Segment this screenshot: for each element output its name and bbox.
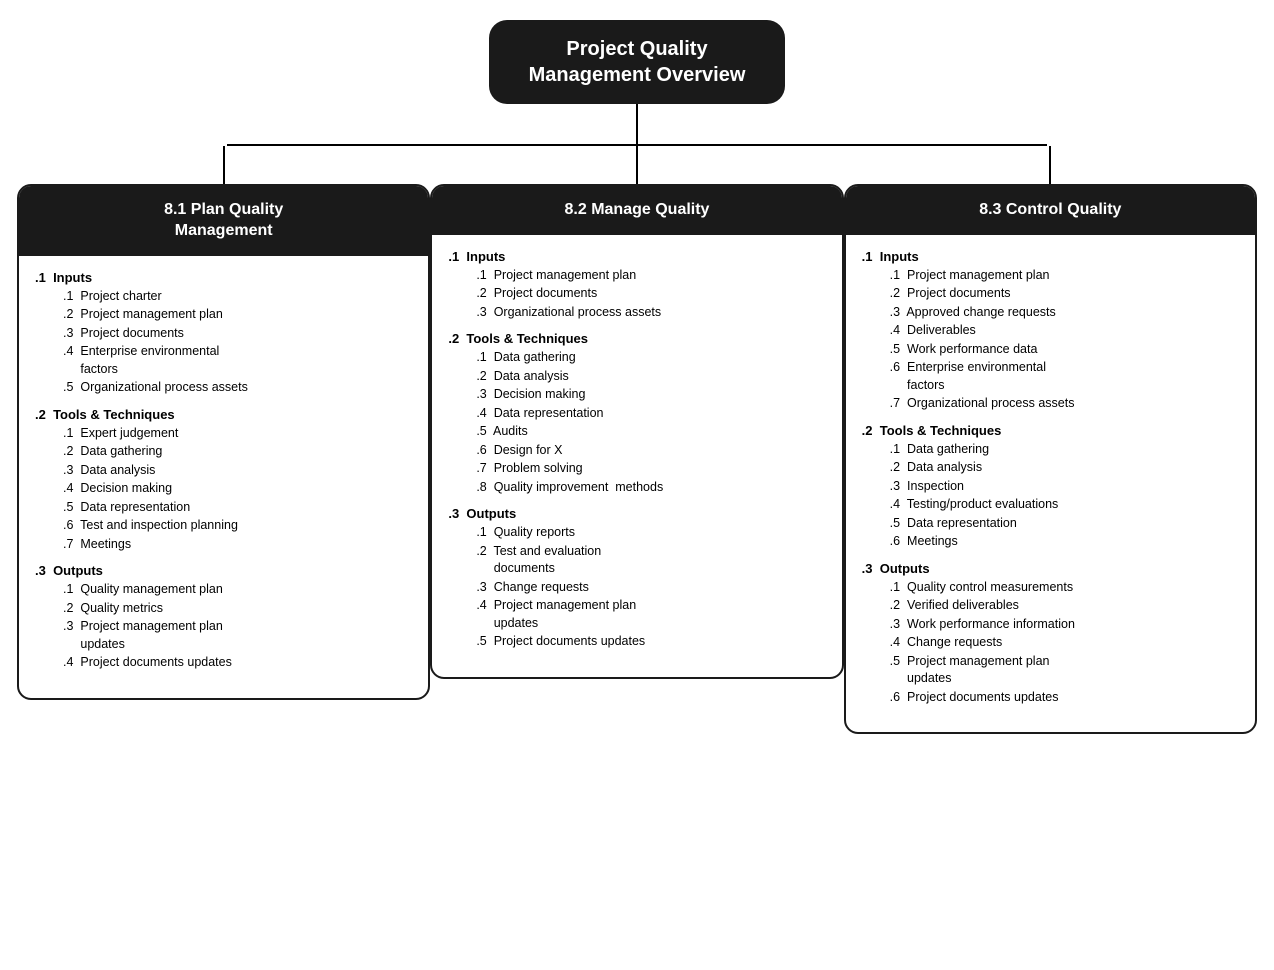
control-input-2: .2 Project documents xyxy=(890,285,1239,303)
manage-inputs-title: .1 Inputs xyxy=(448,249,825,264)
control-output-3: .3 Work performance information xyxy=(890,616,1239,634)
col-control: 8.3 Control Quality .1 Inputs .1 Project… xyxy=(844,146,1257,734)
control-output-2: .2 Verified deliverables xyxy=(890,597,1239,615)
card-manage-body: .1 Inputs .1 Project management plan .2 … xyxy=(432,235,841,677)
manage-output-1: .1 Quality reports xyxy=(476,524,825,542)
main-title: Project Quality Management Overview xyxy=(489,20,786,104)
control-tt-section: .2 Tools & Techniques .1 Data gathering … xyxy=(862,423,1239,551)
manage-tt-7: .7 Problem solving xyxy=(476,460,825,478)
col-manage-line xyxy=(636,146,638,184)
manage-output-2: .2 Test and evaluation documents xyxy=(476,543,825,578)
control-inputs-title: .1 Inputs xyxy=(862,249,1239,264)
col-control-line xyxy=(1049,146,1051,184)
plan-output-3: .3 Project management plan updates xyxy=(63,618,412,653)
manage-tt-5: .5 Audits xyxy=(476,423,825,441)
control-input-1: .1 Project management plan xyxy=(890,267,1239,285)
control-tt-2: .2 Data analysis xyxy=(890,459,1239,477)
control-input-4: .4 Deliverables xyxy=(890,322,1239,340)
plan-input-4: .4 Enterprise environmental factors xyxy=(63,343,412,378)
plan-input-5: .5 Organizational process assets xyxy=(63,379,412,397)
plan-tt-section: .2 Tools & Techniques .1 Expert judgemen… xyxy=(35,407,412,554)
control-tt-1: .1 Data gathering xyxy=(890,441,1239,459)
diagram-container: Project Quality Management Overview 8.1 … xyxy=(10,20,1264,734)
manage-tt-1: .1 Data gathering xyxy=(476,349,825,367)
control-outputs-title: .3 Outputs xyxy=(862,561,1239,576)
card-plan: 8.1 Plan QualityManagement .1 Inputs .1 … xyxy=(17,184,430,700)
title-line2: Management Overview xyxy=(529,64,746,86)
plan-output-4: .4 Project documents updates xyxy=(63,654,412,672)
manage-input-3: .3 Organizational process assets xyxy=(476,304,825,322)
manage-outputs-section: .3 Outputs .1 Quality reports .2 Test an… xyxy=(448,506,825,651)
control-tt-6: .6 Meetings xyxy=(890,533,1239,551)
control-outputs-section: .3 Outputs .1 Quality control measuremen… xyxy=(862,561,1239,707)
plan-tt-4: .4 Decision making xyxy=(63,480,412,498)
plan-tt-6: .6 Test and inspection planning xyxy=(63,517,412,535)
control-inputs-section: .1 Inputs .1 Project management plan .2 … xyxy=(862,249,1239,413)
card-control: 8.3 Control Quality .1 Inputs .1 Project… xyxy=(844,184,1257,734)
card-plan-body: .1 Inputs .1 Project charter .2 Project … xyxy=(19,256,428,698)
plan-tt-1: .1 Expert judgement xyxy=(63,425,412,443)
control-output-5: .5 Project management plan updates xyxy=(890,653,1239,688)
plan-tt-7: .7 Meetings xyxy=(63,536,412,554)
manage-input-2: .2 Project documents xyxy=(476,285,825,303)
plan-tt-5: .5 Data representation xyxy=(63,499,412,517)
plan-output-1: .1 Quality management plan xyxy=(63,581,412,599)
manage-tt-section: .2 Tools & Techniques .1 Data gathering … xyxy=(448,331,825,496)
manage-output-5: .5 Project documents updates xyxy=(476,633,825,651)
card-control-header: 8.3 Control Quality xyxy=(846,186,1255,235)
columns-wrapper: 8.1 Plan QualityManagement .1 Inputs .1 … xyxy=(17,146,1257,734)
control-output-4: .4 Change requests xyxy=(890,634,1239,652)
plan-tt-3: .3 Data analysis xyxy=(63,462,412,480)
plan-outputs-section: .3 Outputs .1 Quality management plan .2… xyxy=(35,563,412,672)
manage-tt-3: .3 Decision making xyxy=(476,386,825,404)
col-plan: 8.1 Plan QualityManagement .1 Inputs .1 … xyxy=(17,146,430,700)
manage-inputs-section: .1 Inputs .1 Project management plan .2 … xyxy=(448,249,825,322)
manage-tt-8: .8 Quality improvement methods xyxy=(476,479,825,497)
control-input-7: .7 Organizational process assets xyxy=(890,395,1239,413)
manage-tt-4: .4 Data representation xyxy=(476,405,825,423)
col-plan-line xyxy=(223,146,225,184)
manage-output-3: .3 Change requests xyxy=(476,579,825,597)
control-tt-3: .3 Inspection xyxy=(890,478,1239,496)
card-manage: 8.2 Manage Quality .1 Inputs .1 Project … xyxy=(430,184,843,679)
manage-tt-title: .2 Tools & Techniques xyxy=(448,331,825,346)
plan-input-3: .3 Project documents xyxy=(63,325,412,343)
card-control-body: .1 Inputs .1 Project management plan .2 … xyxy=(846,235,1255,733)
manage-outputs-title: .3 Outputs xyxy=(448,506,825,521)
plan-outputs-title: .3 Outputs xyxy=(35,563,412,578)
control-tt-5: .5 Data representation xyxy=(890,515,1239,533)
card-manage-header: 8.2 Manage Quality xyxy=(432,186,841,235)
control-input-5: .5 Work performance data xyxy=(890,341,1239,359)
plan-inputs-section: .1 Inputs .1 Project charter .2 Project … xyxy=(35,270,412,397)
control-tt-title: .2 Tools & Techniques xyxy=(862,423,1239,438)
control-input-3: .3 Approved change requests xyxy=(890,304,1239,322)
title-line1: Project Quality xyxy=(566,38,707,60)
title-connector xyxy=(636,104,638,144)
plan-inputs-title: .1 Inputs xyxy=(35,270,412,285)
manage-output-4: .4 Project management plan updates xyxy=(476,597,825,632)
control-output-6: .6 Project documents updates xyxy=(890,689,1239,707)
card-plan-header: 8.1 Plan QualityManagement xyxy=(19,186,428,256)
col-manage: 8.2 Manage Quality .1 Inputs .1 Project … xyxy=(430,146,843,679)
control-input-6: .6 Enterprise environmental factors xyxy=(890,359,1239,394)
manage-tt-6: .6 Design for X xyxy=(476,442,825,460)
plan-tt-2: .2 Data gathering xyxy=(63,443,412,461)
manage-tt-2: .2 Data analysis xyxy=(476,368,825,386)
manage-input-1: .1 Project management plan xyxy=(476,267,825,285)
control-tt-4: .4 Testing/product evaluations xyxy=(890,496,1239,514)
plan-output-2: .2 Quality metrics xyxy=(63,600,412,618)
control-output-1: .1 Quality control measurements xyxy=(890,579,1239,597)
plan-input-2: .2 Project management plan xyxy=(63,306,412,324)
plan-input-1: .1 Project charter xyxy=(63,288,412,306)
plan-tt-title: .2 Tools & Techniques xyxy=(35,407,412,422)
